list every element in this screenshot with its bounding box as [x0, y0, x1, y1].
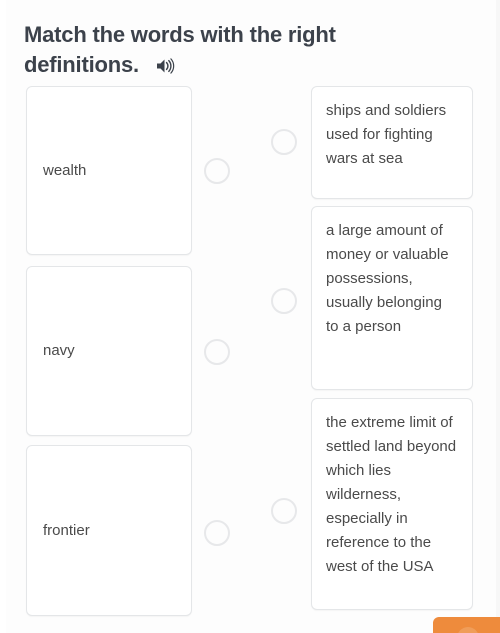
definition-card[interactable]: the extreme limit of settled land beyond… [311, 398, 473, 610]
terms-column: wealth navy frontier [26, 86, 192, 616]
term-card-frontier[interactable]: frontier [26, 445, 192, 616]
match-dot-definition-1[interactable] [271, 129, 297, 155]
definition-text: the extreme limit of settled land beyond… [326, 414, 457, 575]
definition-card[interactable]: ships and soldiers used for fighting war… [311, 86, 473, 199]
definition-text: a large amount of money or valuable poss… [326, 222, 449, 335]
match-dot-term-frontier[interactable] [204, 520, 230, 546]
term-label: frontier [43, 521, 90, 539]
match-dot-definition-3[interactable] [271, 498, 297, 524]
term-card-navy[interactable]: navy [26, 266, 192, 436]
next-button-icon [457, 627, 479, 633]
page-left-margin [0, 0, 6, 633]
match-dot-term-navy[interactable] [204, 339, 230, 365]
match-dot-definition-2[interactable] [271, 288, 297, 314]
exercise-page: Match the words with the right definitio… [0, 0, 500, 633]
page-right-margin [496, 0, 500, 633]
match-dot-term-wealth[interactable] [204, 158, 230, 184]
term-card-wealth[interactable]: wealth [26, 86, 192, 255]
page-title-text: Match the words with the right definitio… [24, 22, 336, 77]
definition-text: ships and soldiers used for fighting war… [326, 102, 447, 167]
definition-card[interactable]: a large amount of money or valuable poss… [311, 206, 473, 390]
page-title: Match the words with the right definitio… [24, 20, 444, 83]
definitions-column: ships and soldiers used for fighting war… [311, 86, 473, 610]
term-label: navy [43, 342, 75, 359]
next-button[interactable] [433, 617, 500, 633]
speaker-icon[interactable] [155, 53, 175, 83]
term-label: wealth [43, 161, 87, 179]
